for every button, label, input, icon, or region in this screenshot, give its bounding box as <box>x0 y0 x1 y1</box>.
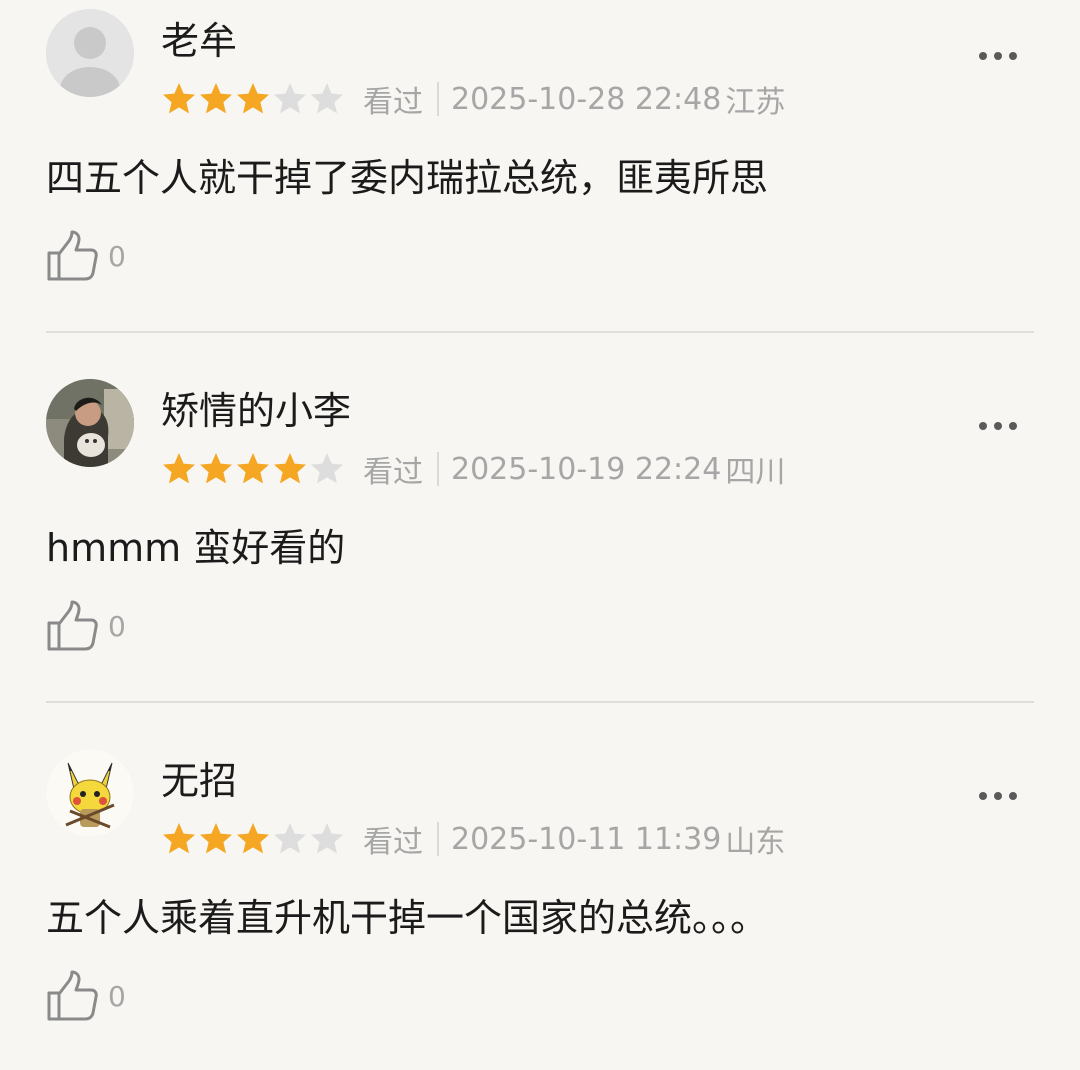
review-list: 老牟 看过 2025-10-28 22:48 江苏 四五个人就干掉了委内瑞拉总统… <box>0 0 1080 1070</box>
more-button[interactable] <box>970 408 1026 444</box>
pikachu-avatar[interactable] <box>46 749 134 837</box>
thumbs-up-icon <box>47 970 98 1021</box>
default-avatar[interactable] <box>46 9 134 97</box>
meta-divider <box>437 822 439 856</box>
thumbs-up-icon <box>47 230 98 281</box>
like-count: 0 <box>108 239 126 273</box>
star-filled-icon <box>274 453 306 484</box>
more-horizontal-icon <box>979 52 987 60</box>
star-empty-icon <box>311 453 343 484</box>
review-meta: 看过 2025-10-11 11:39 山东 <box>161 816 785 862</box>
star-empty-icon <box>274 823 306 854</box>
username[interactable]: 矫情的小李 <box>161 384 351 438</box>
comment-text: 五个人乘着直升机干掉一个国家的总统。。。 <box>46 896 769 940</box>
star-empty-icon <box>311 83 343 114</box>
more-horizontal-icon <box>979 792 987 800</box>
star-empty-icon <box>311 823 343 854</box>
username[interactable]: 无招 <box>161 754 237 808</box>
review-datetime: 2025-10-28 22:48 <box>451 81 722 117</box>
pikachu-avatar-icon <box>46 749 134 837</box>
star-filled-icon <box>237 453 269 484</box>
review-meta: 看过 2025-10-28 22:48 江苏 <box>161 76 785 122</box>
more-button[interactable] <box>970 38 1026 74</box>
star-empty-icon <box>274 83 306 114</box>
photo-avatar-icon <box>46 379 134 467</box>
more-dot <box>1009 52 1017 60</box>
star-filled-icon <box>163 83 195 114</box>
review-item: 矫情的小李 看过 2025-10-19 22:24 四川 hmmm 蛮好看的 0 <box>0 370 1080 740</box>
review-divider <box>46 701 1034 703</box>
like-button[interactable]: 0 <box>44 226 126 286</box>
review-item: 老牟 看过 2025-10-28 22:48 江苏 四五个人就干掉了委内瑞拉总统… <box>0 0 1080 370</box>
star-rating <box>161 451 345 487</box>
default-avatar-icon <box>46 9 134 97</box>
review-location: 山东 <box>725 825 786 860</box>
like-button[interactable]: 0 <box>44 596 126 656</box>
star-filled-icon <box>163 823 195 854</box>
like-button[interactable]: 0 <box>44 966 126 1026</box>
review-location: 江苏 <box>725 85 786 120</box>
review-datetime: 2025-10-19 22:24 <box>451 451 722 487</box>
more-dot <box>994 52 1002 60</box>
photo-avatar[interactable] <box>46 379 134 467</box>
review-datetime: 2025-10-11 11:39 <box>451 821 722 857</box>
more-dot <box>1009 422 1017 430</box>
star-filled-icon <box>237 823 269 854</box>
review-item: 无招 看过 2025-10-11 11:39 山东 五个人乘着直升机干掉一个国家… <box>0 740 1080 1070</box>
star-filled-icon <box>163 453 195 484</box>
star-rating <box>161 821 345 857</box>
meta-divider <box>437 452 439 486</box>
more-dot <box>1009 792 1017 800</box>
more-button[interactable] <box>970 778 1026 814</box>
like-count: 0 <box>108 979 126 1013</box>
meta-divider <box>437 82 439 116</box>
thumbs-up-icon <box>47 600 98 651</box>
like-count: 0 <box>108 609 126 643</box>
username[interactable]: 老牟 <box>161 14 237 68</box>
star-filled-icon <box>200 83 232 114</box>
watch-status: 看过 <box>363 825 423 860</box>
review-divider <box>46 331 1034 333</box>
more-horizontal-icon <box>979 422 987 430</box>
review-location: 四川 <box>725 455 786 490</box>
star-filled-icon <box>237 83 269 114</box>
more-dot <box>994 792 1002 800</box>
review-meta: 看过 2025-10-19 22:24 四川 <box>161 446 785 492</box>
watch-status: 看过 <box>363 455 423 490</box>
comment-text: 四五个人就干掉了委内瑞拉总统，匪夷所思 <box>46 156 769 200</box>
star-filled-icon <box>200 823 232 854</box>
watch-status: 看过 <box>363 85 423 120</box>
more-dot <box>994 422 1002 430</box>
star-filled-icon <box>200 453 232 484</box>
comment-text: hmmm 蛮好看的 <box>46 526 346 570</box>
star-rating <box>161 81 345 117</box>
